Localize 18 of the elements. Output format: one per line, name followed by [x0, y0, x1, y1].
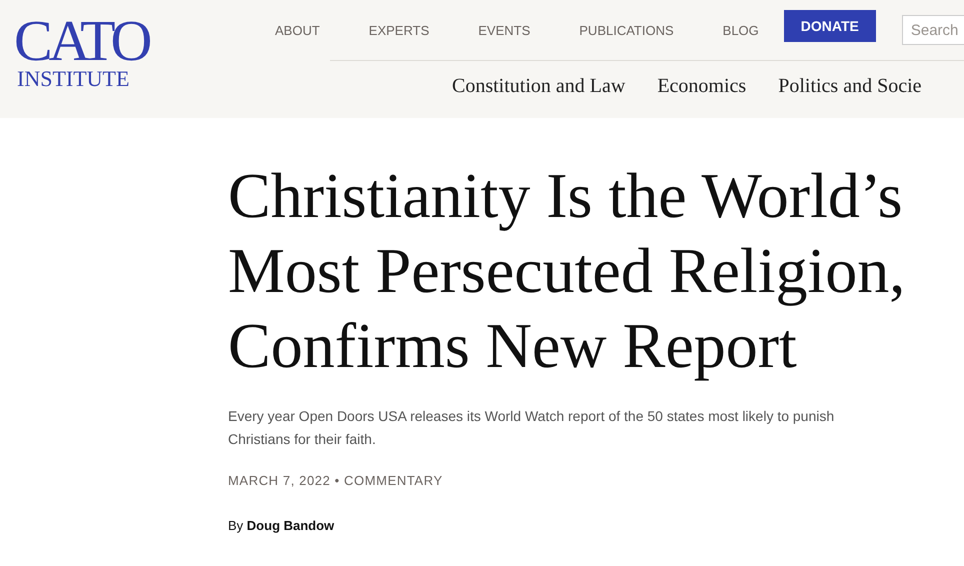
logo-subtitle[interactable]: INSTITUTE — [17, 68, 130, 90]
nav-link[interactable]: EXPERTS — [368, 22, 430, 38]
nav-link[interactable]: BLOG — [722, 22, 759, 38]
byline: By Doug Bandow — [228, 518, 334, 533]
category-link[interactable]: Politics and Socie — [778, 74, 922, 98]
article-summary: Every year Open Doors USA releases its World Watch report of the 50 states most likely to punish Christians for their faith. — [228, 407, 836, 449]
nav-link[interactable]: ABOUT — [275, 22, 320, 38]
article-title: Christianity Is the World’s — [228, 159, 903, 233]
search-field[interactable]: Search — [902, 15, 964, 45]
nav-link[interactable]: EVENTS — [478, 22, 530, 38]
article-dateline: MARCH 7, 2022 • COMMENTARY — [228, 473, 443, 488]
category-link[interactable]: Constitution and Law — [452, 74, 626, 98]
article-title: Confirms New Report — [228, 309, 797, 383]
logo-wordmark[interactable]: CATO — [14, 14, 162, 68]
article-title: Most Persecuted Religion, — [228, 234, 906, 308]
donate-button[interactable]: DONATE — [784, 10, 876, 42]
nav-link[interactable]: PUBLICATIONS — [579, 22, 674, 38]
category-link[interactable]: Economics — [657, 74, 746, 98]
